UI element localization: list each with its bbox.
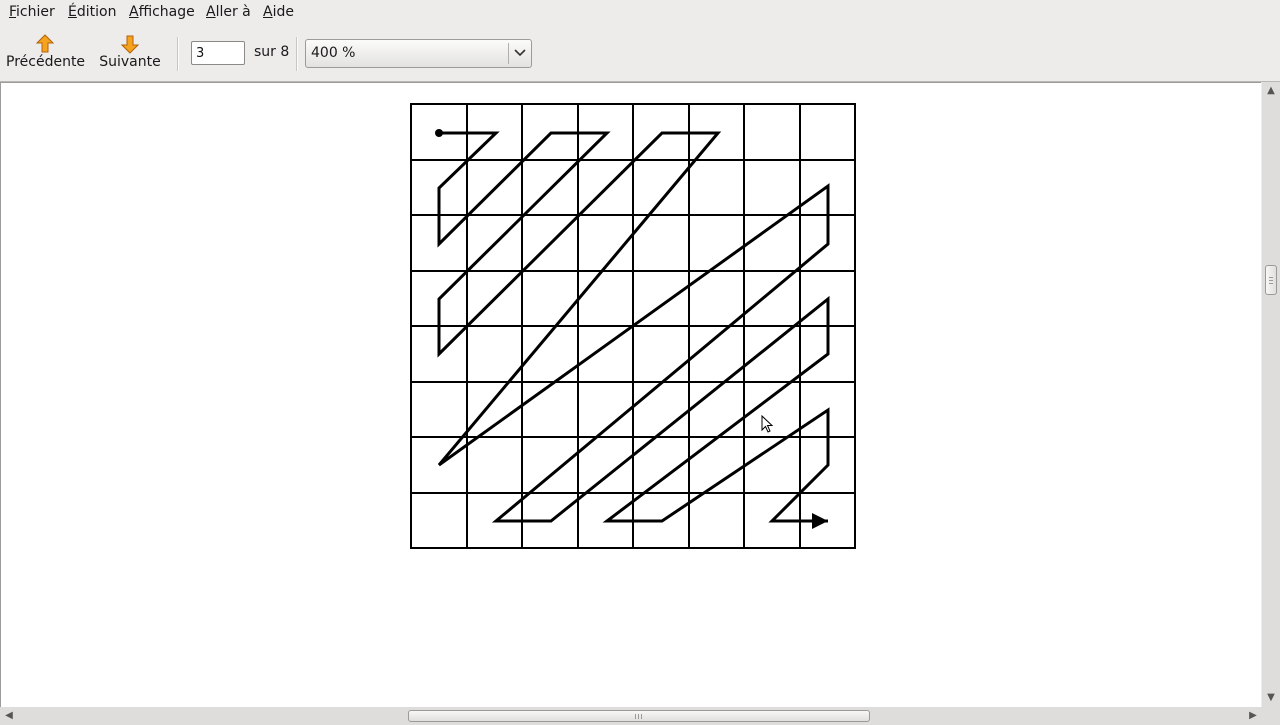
toolbar-separator xyxy=(177,37,179,71)
menu-aide[interactable]: Aide xyxy=(262,3,295,21)
mouse-cursor-icon xyxy=(761,415,774,433)
menu-affichage[interactable]: Affichage xyxy=(128,3,196,21)
previous-page-label: Précédente xyxy=(6,54,86,70)
menu-aller-a[interactable]: Aller à xyxy=(205,3,252,21)
previous-page-button[interactable]: Précédente xyxy=(6,26,86,78)
arrow-down-icon xyxy=(121,35,139,54)
arrow-up-icon xyxy=(36,34,54,53)
document-view[interactable] xyxy=(0,82,1261,707)
zoom-value: 400 % xyxy=(311,45,356,61)
scroll-up-icon[interactable]: ▲ xyxy=(1262,82,1280,100)
horizontal-scrollbar[interactable]: ◀ ▶ xyxy=(0,707,1280,725)
zoom-select[interactable]: 400 % xyxy=(305,39,532,68)
menu-fichier[interactable]: Fichier xyxy=(8,3,56,21)
toolbar-separator xyxy=(296,37,298,71)
page-count-label: sur 8 xyxy=(254,44,290,60)
menu-bar: Fichier Édition Affichage Aller à Aide xyxy=(0,0,1280,24)
zigzag-scan-diagram xyxy=(410,103,856,549)
horizontal-scroll-thumb[interactable] xyxy=(408,710,870,722)
scroll-left-icon[interactable]: ◀ xyxy=(0,707,18,725)
vertical-scroll-thumb[interactable] xyxy=(1265,265,1277,295)
path-start-dot xyxy=(435,129,443,137)
zoom-divider xyxy=(508,43,509,64)
chevron-down-icon[interactable] xyxy=(512,45,528,61)
next-page-button[interactable]: Suivante xyxy=(96,26,164,78)
scroll-right-icon[interactable]: ▶ xyxy=(1244,707,1262,725)
toolbar: Précédente Suivante sur 8 400 % xyxy=(0,24,1280,82)
scroll-down-icon[interactable]: ▼ xyxy=(1262,689,1280,707)
next-page-label: Suivante xyxy=(99,54,161,70)
path-end-arrow xyxy=(812,513,828,529)
page-number-input[interactable] xyxy=(191,41,245,65)
vertical-scrollbar[interactable]: ▲ ▼ xyxy=(1262,82,1280,707)
menu-edition[interactable]: Édition xyxy=(67,3,117,21)
